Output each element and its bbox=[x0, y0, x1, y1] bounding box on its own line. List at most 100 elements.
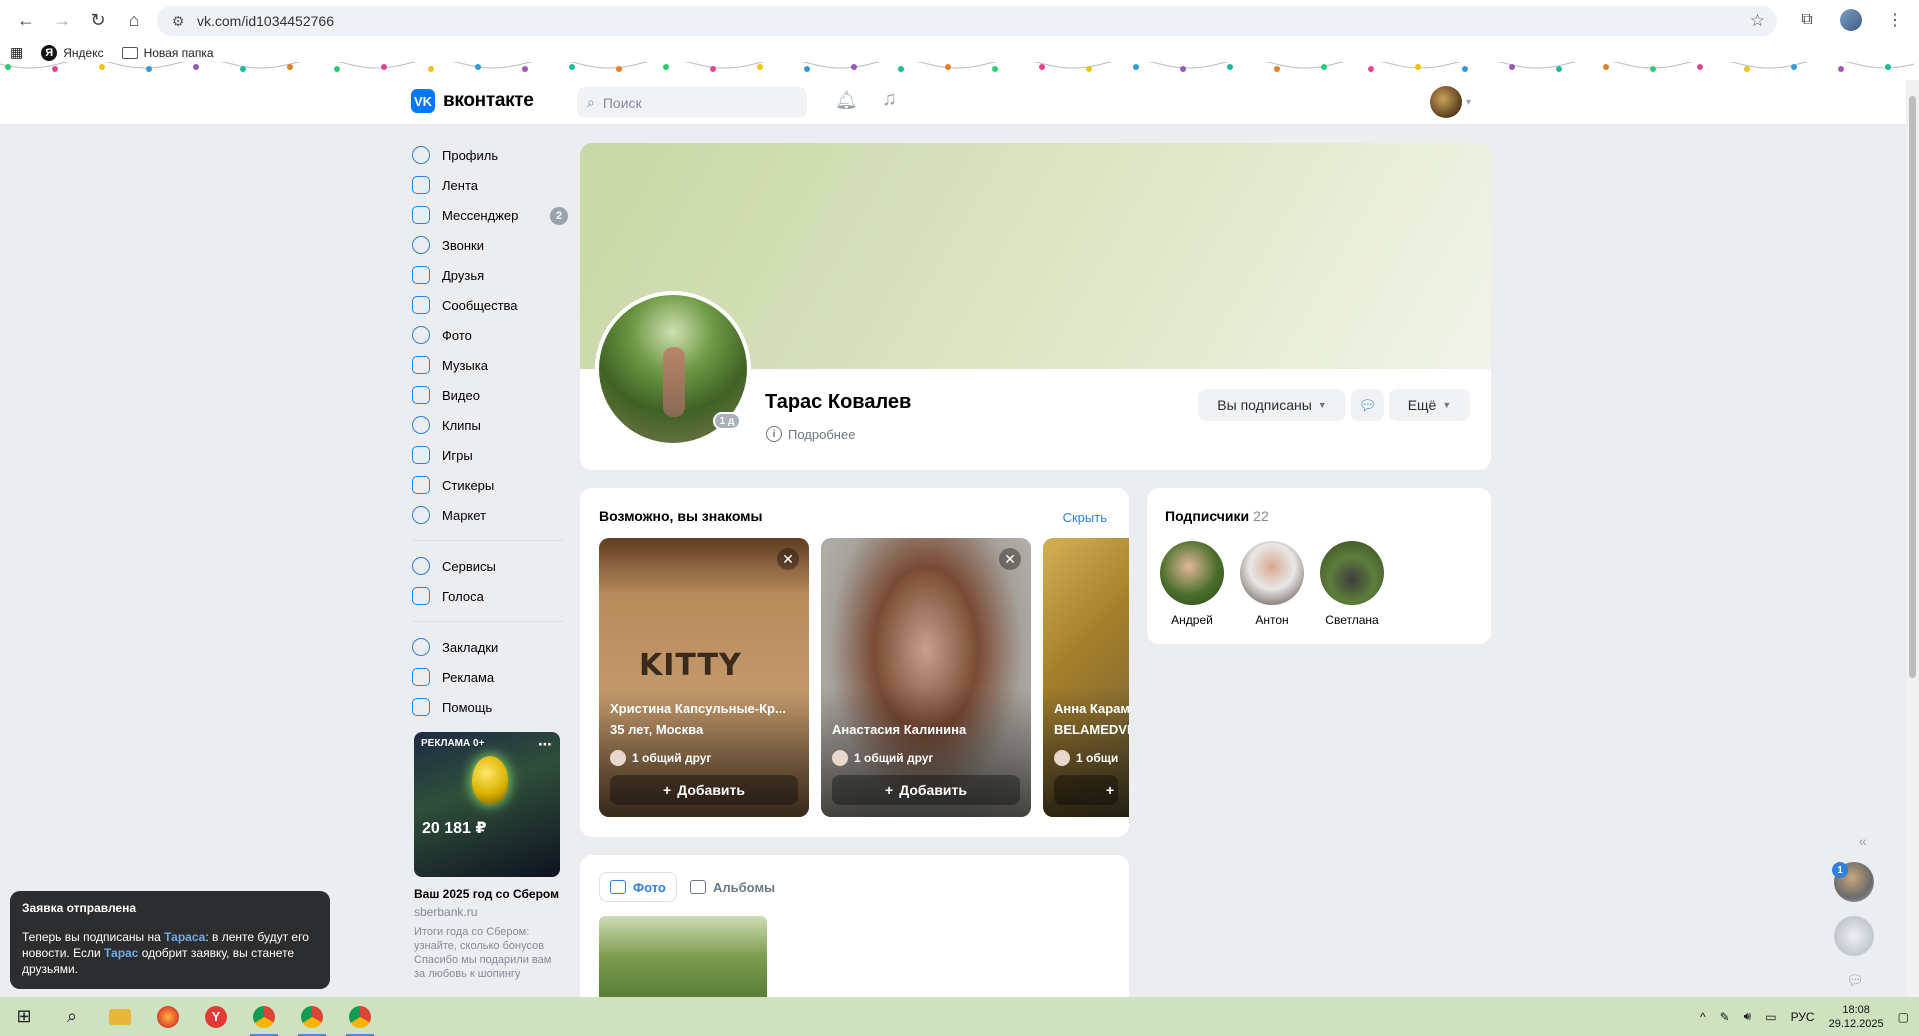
messenger-icon bbox=[412, 206, 430, 224]
chat-bubble-icon[interactable]: 💬︎ bbox=[1846, 972, 1864, 989]
home-button[interactable]: ⌂ bbox=[116, 4, 152, 36]
ad-image[interactable]: РЕКЛАМА 0+ ⋯ 20 181 ₽ bbox=[414, 732, 560, 877]
sidebar-item-phone[interactable]: Звонки bbox=[412, 230, 568, 260]
ad-card[interactable]: РЕКЛАМА 0+ ⋯ 20 181 ₽ Ваш 2025 год со Сб… bbox=[414, 732, 560, 981]
more-button[interactable]: Ещё ▼ bbox=[1389, 389, 1470, 421]
start-button[interactable]: ⊞ bbox=[0, 997, 48, 1036]
file-explorer-icon[interactable] bbox=[96, 997, 144, 1036]
add-friend-button[interactable]: + Добавить bbox=[610, 775, 798, 805]
address-bar[interactable]: ⚙ vk.com/id1034452766 ☆ bbox=[157, 6, 1777, 36]
chevron-up-icon[interactable]: ^ bbox=[1700, 1010, 1706, 1024]
ad-title[interactable]: Ваш 2025 год со Сбером bbox=[414, 887, 560, 901]
sidebar-item-friends[interactable]: Друзья bbox=[412, 260, 568, 290]
menu-kebab-icon[interactable]: ⋮ bbox=[1879, 4, 1911, 36]
profile-button[interactable] bbox=[1835, 4, 1867, 36]
suggestion-card[interactable]: KITTY ✕ Христина Капсульные-Кр... 35 лет… bbox=[599, 538, 809, 817]
sidebar-item-market[interactable]: Маркет bbox=[412, 500, 568, 530]
photo-icon bbox=[412, 326, 430, 344]
sidebar-item-label: Видео bbox=[442, 387, 480, 403]
apps-grid-icon[interactable]: ▦ bbox=[10, 44, 23, 61]
scrollbar-thumb[interactable] bbox=[1909, 96, 1916, 678]
forward-button[interactable]: → bbox=[44, 4, 80, 36]
sidebar-item-clips[interactable]: Клипы bbox=[412, 410, 568, 440]
sidebar-item-services[interactable]: Сервисы bbox=[412, 551, 568, 581]
chrome-icon[interactable] bbox=[240, 997, 288, 1036]
network-icon[interactable]: ▭ bbox=[1765, 1010, 1776, 1024]
bookmarks-bar: ▦ Я Яндекс Новая папка bbox=[10, 44, 214, 61]
tab-photos[interactable]: Фото bbox=[599, 872, 677, 902]
sidebar-item-bookmarks[interactable]: Закладки bbox=[412, 632, 568, 662]
sidebar-item-ads[interactable]: Реклама bbox=[412, 662, 568, 692]
subscriber-item[interactable]: Антон bbox=[1237, 541, 1307, 627]
pen-icon[interactable]: ✎ bbox=[1720, 1010, 1730, 1024]
sidebar-item-communities[interactable]: Сообщества bbox=[412, 290, 568, 320]
chevron-down-icon: ▾ bbox=[1466, 96, 1472, 108]
unread-count-badge: 2 bbox=[550, 207, 568, 225]
suggestions-card: Возможно, вы знакомы Скрыть KITTY ✕ Хрис… bbox=[580, 488, 1129, 837]
bookmark-yandex[interactable]: Я Яндекс bbox=[41, 44, 104, 61]
suggestion-card[interactable]: Анна Карам BELAMEDVE 1 общи + bbox=[1043, 538, 1129, 817]
volume-icon[interactable]: 🔊︎ bbox=[1744, 1009, 1752, 1024]
chat-avatar[interactable] bbox=[1834, 916, 1874, 956]
sidebar-item-profile[interactable]: Профиль bbox=[412, 140, 568, 170]
sidebar-item-label: Реклама bbox=[442, 669, 495, 685]
news-icon bbox=[412, 176, 430, 194]
page-scrollbar[interactable] bbox=[1906, 80, 1919, 997]
reload-button[interactable]: ↻ bbox=[80, 4, 116, 36]
profile-details-link[interactable]: i Подробнее bbox=[766, 426, 855, 442]
toast-text: Теперь вы подписаны на bbox=[22, 930, 165, 944]
ad-more-icon[interactable]: ⋯ bbox=[538, 736, 552, 753]
mutual-friend-avatar bbox=[610, 750, 626, 766]
sidebar-item-photo[interactable]: Фото bbox=[412, 320, 568, 350]
site-info-icon[interactable]: ⚙ bbox=[167, 10, 189, 32]
vk-logo[interactable]: VK вконтакте bbox=[411, 89, 534, 113]
search-icon[interactable]: ⌕ bbox=[48, 997, 96, 1036]
firefox-icon[interactable] bbox=[144, 997, 192, 1036]
sidebar-item-help[interactable]: Помощь bbox=[412, 692, 568, 722]
back-button[interactable]: ← bbox=[8, 4, 44, 36]
language-indicator[interactable]: РУС bbox=[1791, 1010, 1815, 1024]
ad-domain[interactable]: sberbank.ru bbox=[414, 905, 560, 919]
message-button[interactable]: 💬︎ bbox=[1351, 389, 1384, 421]
suggestion-card[interactable]: ✕ Анастасия Калинина 1 общий друг + Добав… bbox=[821, 538, 1031, 817]
subscriber-item[interactable]: Светлана bbox=[1317, 541, 1387, 627]
sidebar-item-news[interactable]: Лента bbox=[412, 170, 568, 200]
browser-profile-avatar bbox=[1840, 9, 1862, 31]
toast-name-link[interactable]: Тарас bbox=[104, 946, 138, 960]
add-friend-button[interactable]: + Добавить bbox=[832, 775, 1020, 805]
close-icon[interactable]: ✕ bbox=[999, 548, 1021, 570]
add-friend-button[interactable]: + bbox=[1054, 775, 1118, 805]
collapse-chats-icon[interactable]: « bbox=[1859, 833, 1867, 849]
sidebar-item-games[interactable]: Игры bbox=[412, 440, 568, 470]
bookmark-star-icon[interactable]: ☆ bbox=[1750, 11, 1765, 31]
sidebar-item-votes[interactable]: Голоса bbox=[412, 581, 568, 611]
subscribers-title[interactable]: Подписчики 22 bbox=[1165, 508, 1269, 524]
toast-name-link[interactable]: Тараса bbox=[164, 930, 205, 944]
phone-icon bbox=[412, 236, 430, 254]
notifications-bell-icon[interactable]: 🔔︎ bbox=[835, 90, 858, 111]
bookmark-folder[interactable]: Новая папка bbox=[121, 46, 214, 60]
sidebar-item-video[interactable]: Видео bbox=[412, 380, 568, 410]
subscriber-item[interactable]: Андрей bbox=[1157, 541, 1227, 627]
clock[interactable]: 18:08 29.12.2025 bbox=[1829, 1003, 1884, 1031]
notifications-icon[interactable]: ▢ bbox=[1898, 1010, 1909, 1024]
tab-albums[interactable]: Альбомы bbox=[680, 872, 785, 902]
subscribed-button[interactable]: Вы подписаны ▼ bbox=[1198, 389, 1346, 421]
chrome-icon[interactable] bbox=[288, 997, 336, 1036]
music-note-icon[interactable]: ♫ bbox=[882, 88, 897, 111]
hide-suggestions-link[interactable]: Скрыть bbox=[1063, 510, 1107, 525]
music-icon bbox=[412, 356, 430, 374]
extensions-icon[interactable]: ⧉ bbox=[1791, 4, 1823, 36]
subscriber-name: Светлана bbox=[1325, 613, 1379, 627]
sidebar-item-stickers[interactable]: Стикеры bbox=[412, 470, 568, 500]
close-icon[interactable]: ✕ bbox=[777, 548, 799, 570]
chevron-down-icon: ▼ bbox=[1317, 400, 1327, 410]
sidebar-item-messenger[interactable]: Мессенджер 2 bbox=[412, 200, 568, 230]
user-menu[interactable]: ▾ bbox=[1430, 86, 1471, 118]
tab-label: Альбомы bbox=[713, 879, 776, 895]
chrome-icon[interactable] bbox=[336, 997, 384, 1036]
search-input[interactable]: ⌕ Поиск bbox=[577, 87, 807, 118]
sidebar-item-music[interactable]: Музыка bbox=[412, 350, 568, 380]
clock-date: 29.12.2025 bbox=[1828, 1017, 1884, 1030]
yandex-browser-icon[interactable]: Y bbox=[192, 997, 240, 1036]
